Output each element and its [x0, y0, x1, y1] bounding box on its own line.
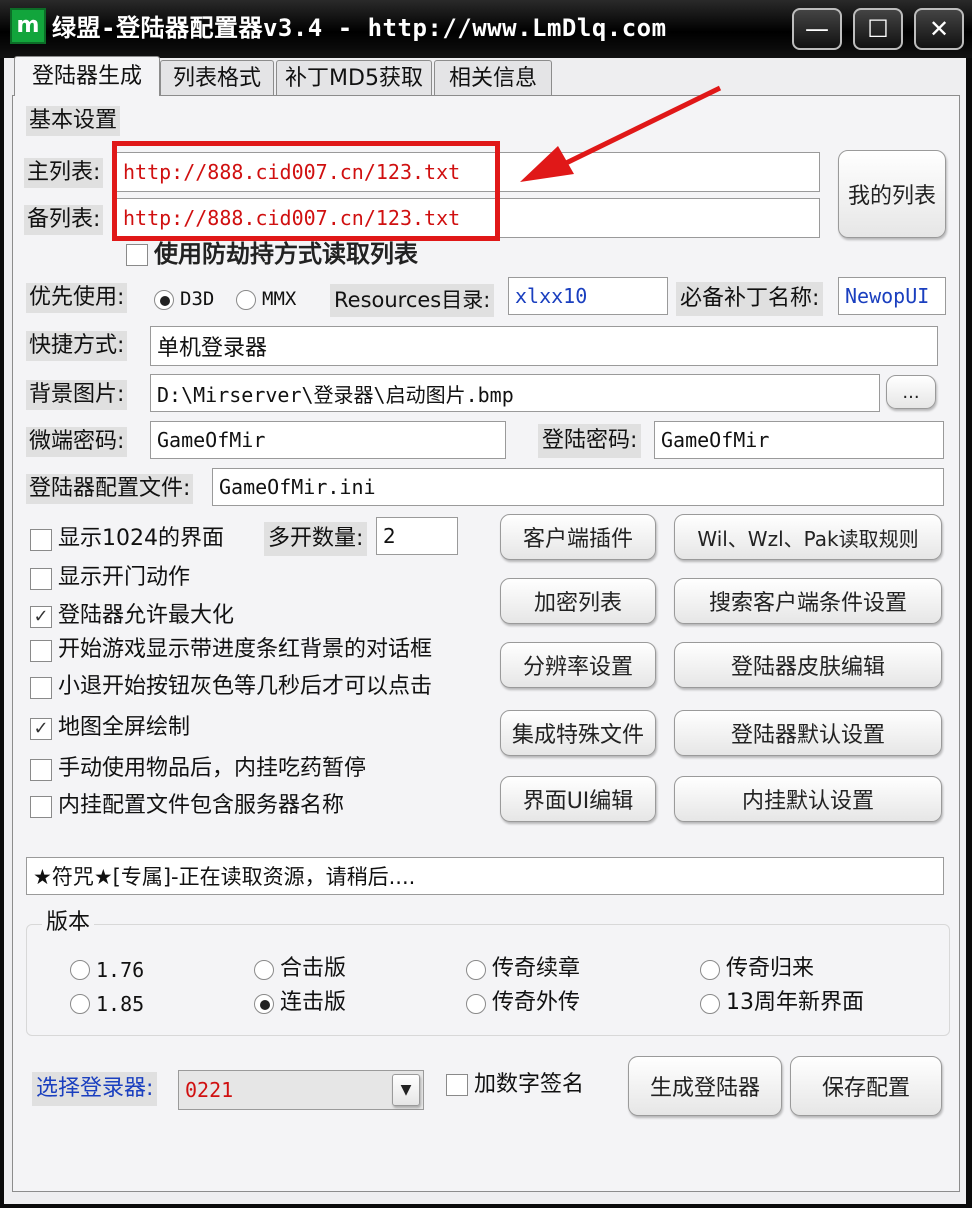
- wil-rules-button[interactable]: Wil、Wzl、Pak读取规则: [674, 514, 942, 560]
- option-checkbox-1024[interactable]: [30, 529, 52, 551]
- option-label-door: 显示开门动作: [58, 565, 191, 590]
- option-checkbox-maximize[interactable]: ✓: [30, 606, 52, 628]
- option-checkbox-potion[interactable]: [30, 759, 52, 781]
- close-button[interactable]: ✕: [914, 8, 964, 50]
- option-label-progress: 开始游戏显示带进度条红背景的对话框: [58, 637, 433, 662]
- resources-label: Resources目录:: [330, 284, 495, 317]
- option-checkbox-logout[interactable]: [30, 677, 52, 699]
- generate-launcher-button[interactable]: 生成登陆器: [628, 1056, 782, 1116]
- patch-name-label: 必备补丁名称:: [676, 282, 824, 316]
- browse-button[interactable]: ...: [886, 375, 936, 409]
- multi-open-input[interactable]: 2: [376, 517, 458, 555]
- version-label-13th: 13周年新界面: [726, 990, 864, 1015]
- skin-edit-button[interactable]: 登陆器皮肤编辑: [674, 642, 942, 688]
- version-radio-176[interactable]: [70, 960, 90, 980]
- minimize-button[interactable]: —: [792, 8, 842, 50]
- select-launcher-label: 选择登录器:: [32, 1072, 158, 1106]
- digital-sign-label: 加数字签名: [474, 1072, 585, 1097]
- encrypt-list-button[interactable]: 加密列表: [500, 578, 656, 624]
- version-label-xuzhang: 传奇续章: [492, 956, 581, 981]
- anti-hijack-checkbox[interactable]: [126, 244, 148, 266]
- version-label-185: 1.85: [96, 992, 145, 1016]
- version-radio-guilai[interactable]: [700, 960, 720, 980]
- d3d-radio[interactable]: [154, 290, 174, 310]
- my-list-button[interactable]: 我的列表: [838, 150, 946, 238]
- save-config-button[interactable]: 保存配置: [790, 1056, 942, 1116]
- option-checkbox-server-name[interactable]: [30, 796, 52, 818]
- version-radio-lianji[interactable]: [254, 994, 274, 1014]
- micro-password-input[interactable]: GameOfMir: [150, 421, 506, 459]
- version-radio-13th[interactable]: [700, 994, 720, 1014]
- plugin-defaults-button[interactable]: 内挂默认设置: [674, 776, 942, 822]
- dropdown-arrow-icon[interactable]: ▼: [392, 1074, 420, 1106]
- login-password-label: 登陆密码:: [538, 424, 642, 458]
- special-files-button[interactable]: 集成特殊文件: [500, 710, 656, 756]
- version-group-label: 版本: [42, 912, 95, 934]
- tab-list-format[interactable]: 列表格式: [160, 60, 274, 96]
- app-logo-icon: m: [10, 8, 46, 44]
- version-radio-heji[interactable]: [254, 960, 274, 980]
- main-list-label: 主列表:: [24, 158, 104, 188]
- basic-settings-label: 基本设置: [26, 106, 121, 136]
- shortcut-input[interactable]: 单机登录器: [150, 326, 938, 366]
- version-label-waizhuan: 传奇外传: [492, 990, 581, 1015]
- window-title: 绿盟-登陆器配置器v3.4 - http://www.LmDlq.com: [52, 14, 667, 42]
- config-file-label: 登陆器配置文件:: [26, 474, 194, 504]
- option-label-potion: 手动使用物品后，内挂吃药暂停: [58, 756, 367, 781]
- option-label-fullscreen-map: 地图全屏绘制: [58, 715, 191, 740]
- resolution-button[interactable]: 分辨率设置: [500, 642, 656, 688]
- select-launcher-dropdown[interactable]: 0221: [178, 1070, 424, 1110]
- version-label-heji: 合击版: [280, 956, 347, 981]
- tab-login-generator[interactable]: 登陆器生成: [14, 56, 160, 96]
- version-label-176: 1.76: [96, 958, 145, 982]
- option-checkbox-progress[interactable]: [30, 640, 52, 662]
- mmx-radio[interactable]: [236, 290, 256, 310]
- option-label-server-name: 内挂配置文件包含服务器名称: [58, 793, 345, 818]
- patch-name-input[interactable]: NewopUI: [838, 277, 946, 315]
- option-checkbox-fullscreen-map[interactable]: ✓: [30, 718, 52, 740]
- status-text: ★符咒★[专属]-正在读取资源，请稍后....: [26, 857, 944, 895]
- option-checkbox-door[interactable]: [30, 568, 52, 590]
- config-file-input[interactable]: GameOfMir.ini: [212, 468, 944, 506]
- default-settings-button[interactable]: 登陆器默认设置: [674, 710, 942, 756]
- ui-edit-button[interactable]: 界面UI编辑: [500, 776, 656, 822]
- version-radio-xuzhang[interactable]: [466, 960, 486, 980]
- digital-sign-checkbox[interactable]: [446, 1074, 468, 1096]
- client-plugin-button[interactable]: 客户端插件: [500, 514, 656, 560]
- shortcut-label: 快捷方式:: [26, 331, 128, 361]
- option-label-maximize: 登陆器允许最大化: [58, 603, 235, 628]
- version-radio-waizhuan[interactable]: [466, 994, 486, 1014]
- multi-open-label: 多开数量:: [264, 522, 368, 556]
- bg-image-label: 背景图片:: [26, 380, 128, 410]
- option-label-logout: 小退开始按钮灰色等几秒后才可以点击: [58, 674, 433, 699]
- login-password-input[interactable]: GameOfMir: [654, 421, 944, 459]
- anti-hijack-label: 使用防劫持方式读取列表: [154, 240, 418, 268]
- backup-list-label: 备列表:: [24, 205, 104, 235]
- resources-input[interactable]: xlxx10: [508, 277, 668, 315]
- annotation-arrow-icon: [520, 85, 722, 182]
- mmx-label: MMX: [262, 288, 297, 310]
- d3d-label: D3D: [180, 288, 215, 310]
- tab-patch-md5[interactable]: 补丁MD5获取: [276, 60, 432, 96]
- version-label-guilai: 传奇归来: [726, 956, 815, 981]
- maximize-button[interactable]: ☐: [853, 8, 903, 50]
- search-client-button[interactable]: 搜索客户端条件设置: [674, 578, 942, 624]
- micro-password-label: 微端密码:: [26, 427, 128, 457]
- version-radio-185[interactable]: [70, 994, 90, 1014]
- bg-image-input[interactable]: D:\Mirserver\登录器\启动图片.bmp: [150, 374, 880, 412]
- priority-label: 优先使用:: [26, 283, 128, 313]
- option-label-1024: 显示1024的界面: [58, 526, 224, 551]
- version-label-lianji: 连击版: [280, 990, 347, 1015]
- highlight-box: [112, 141, 500, 241]
